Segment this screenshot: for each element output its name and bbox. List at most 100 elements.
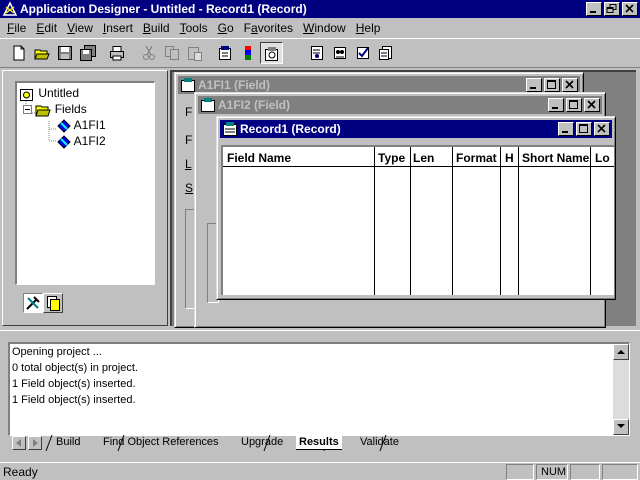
minimize-button[interactable] [586, 2, 602, 16]
cut-icon [143, 45, 155, 60]
maximize-button[interactable] [566, 98, 582, 112]
column-header-field-name[interactable]: Field Name [227, 151, 291, 165]
field-window-a1fi1-label-s: S [185, 181, 194, 195]
minimize-button[interactable] [558, 122, 574, 136]
output-vertical-scrollbar[interactable] [613, 344, 629, 435]
grid-col-len [411, 147, 453, 295]
field-icon [57, 119, 71, 133]
menu-build[interactable]: Build [138, 19, 175, 37]
menu-favorites[interactable]: Favorites [239, 19, 298, 37]
column-header-format[interactable]: Format [456, 151, 497, 165]
tab-find-object-references[interactable]: Find Object References [103, 435, 219, 449]
grid-col-type [375, 147, 411, 295]
tab-validate[interactable]: Validate [360, 435, 399, 449]
tab-results[interactable]: Results [296, 435, 342, 450]
record-doc-icon [223, 122, 237, 136]
menu-file[interactable]: File [2, 19, 31, 37]
app-designer-icon [2, 1, 18, 16]
close-button[interactable] [594, 122, 610, 136]
tree-root[interactable]: Untitled [19, 85, 79, 101]
scroll-right-icon [33, 439, 38, 447]
tree-folder-fields[interactable]: Fields [23, 101, 87, 117]
column-header-short-name[interactable]: Short Name [522, 151, 589, 165]
save-icon [58, 46, 72, 60]
menu-edit[interactable]: Edit [31, 19, 62, 37]
scroll-up-button[interactable] [613, 344, 629, 360]
tree-item-a1fi2[interactable]: A1FI2 [57, 133, 106, 149]
close-icon [597, 124, 606, 133]
save-all-button[interactable] [77, 42, 100, 64]
scroll-down-button[interactable] [613, 419, 629, 435]
restore-button[interactable] [604, 2, 620, 16]
development-tab[interactable] [23, 293, 43, 313]
open-button[interactable] [31, 42, 54, 64]
column-header-h[interactable]: H [505, 151, 514, 165]
upgrade-tab[interactable] [43, 293, 63, 313]
copy-icon [165, 46, 179, 60]
menu-window[interactable]: Window [298, 19, 351, 37]
close-button[interactable] [622, 2, 638, 16]
tab-upgrade[interactable]: Upgrade [241, 435, 283, 449]
toolbar [0, 38, 640, 68]
record-window-title: Record1 (Record) [240, 122, 341, 136]
definition-button[interactable] [375, 42, 398, 64]
minimize-icon [530, 87, 536, 89]
collapse-icon[interactable] [23, 105, 32, 115]
build-icon [245, 46, 251, 60]
record-window[interactable]: Record1 (Record) Field Name Type Len For… [216, 116, 616, 300]
build-button[interactable] [237, 42, 260, 64]
project-tree[interactable]: Untitled Fields A1FI1 A1FI2 [15, 81, 155, 285]
scroll-down-icon [617, 424, 625, 428]
minimize-icon [562, 131, 568, 133]
close-button[interactable] [584, 98, 600, 112]
definition-icon [379, 46, 392, 60]
validate-button[interactable] [352, 42, 375, 64]
new-button[interactable] [8, 42, 31, 64]
print-button[interactable] [106, 42, 129, 64]
menu-go[interactable]: Go [213, 19, 239, 37]
menu-insert[interactable]: Insert [98, 19, 138, 37]
project-workspace-button[interactable] [260, 42, 283, 64]
field-window-a1fi1-title: A1FI1 (Field) [198, 78, 271, 92]
column-header-long-name[interactable]: Lo [595, 151, 610, 165]
paste-button[interactable] [184, 42, 207, 64]
tree-root-label: Untitled [38, 86, 80, 100]
properties-button[interactable] [214, 42, 237, 64]
maximize-button[interactable] [576, 122, 592, 136]
column-header-type[interactable]: Type [378, 151, 405, 165]
output-line: 1 Field object(s) inserted. [12, 378, 136, 390]
close-button[interactable] [562, 78, 578, 92]
field-window-a1fi2-title-bar[interactable]: A1FI2 (Field) [198, 96, 602, 114]
minimize-button[interactable] [548, 98, 564, 112]
menu-bar: File Edit View Insert Build Tools Go Fav… [0, 18, 640, 38]
tab-scroll-left-button[interactable] [12, 436, 26, 450]
new-icon [13, 45, 25, 61]
record-window-title-bar[interactable]: Record1 (Record) [220, 120, 612, 138]
maximize-button[interactable] [544, 78, 560, 92]
tab-build[interactable]: Build [56, 435, 80, 449]
column-header-len[interactable]: Len [413, 151, 434, 165]
menu-help[interactable]: Help [351, 19, 386, 37]
save-button[interactable] [54, 42, 77, 64]
record-field-grid[interactable]: Field Name Type Len Format H Short Name … [221, 145, 614, 295]
workspace-tabs [23, 293, 63, 313]
copy-button[interactable] [161, 42, 184, 64]
record-view-button[interactable] [329, 42, 352, 64]
cut-button[interactable] [138, 42, 161, 64]
minimize-button[interactable] [526, 78, 542, 92]
menu-tools[interactable]: Tools [175, 19, 213, 37]
output-line: 0 total object(s) in project. [12, 362, 138, 374]
status-pane-blank [506, 464, 534, 480]
find-references-button[interactable] [306, 42, 329, 64]
maximize-icon [569, 100, 578, 109]
tab-scroll-right-button[interactable] [28, 436, 42, 450]
tree-item-label: A1FI1 [73, 118, 106, 132]
close-icon [565, 80, 574, 89]
app-title-bar[interactable]: Application Designer - Untitled - Record… [0, 0, 640, 18]
menu-view[interactable]: View [62, 19, 98, 37]
field-doc-icon [201, 98, 215, 112]
output-text-area[interactable]: Opening project ... 0 total object(s) in… [8, 342, 630, 436]
app-title: Application Designer - Untitled - Record… [20, 2, 307, 16]
tree-item-a1fi1[interactable]: A1FI1 [57, 117, 106, 133]
record-view-icon [334, 47, 346, 59]
